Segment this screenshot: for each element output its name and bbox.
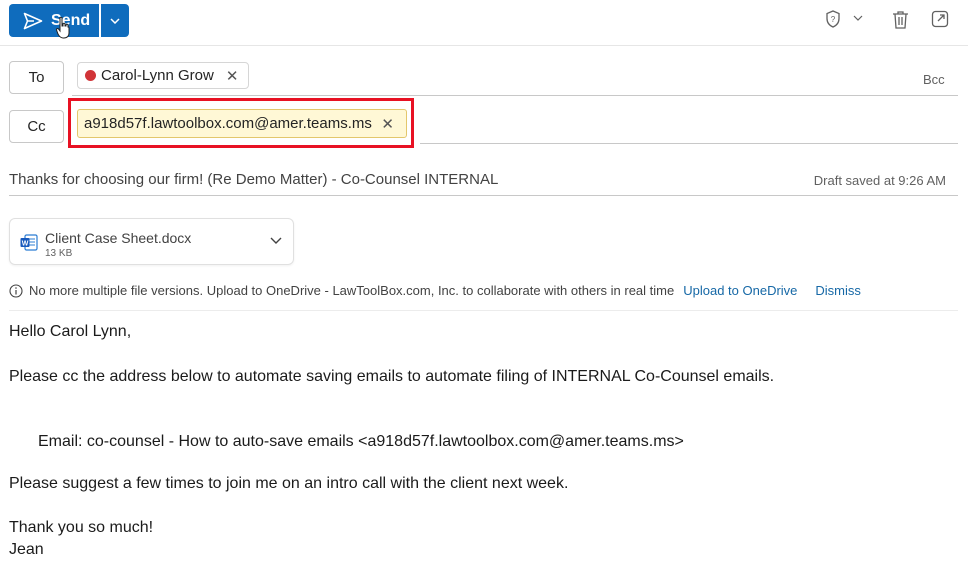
notice-text: No more multiple file versions. Upload t… bbox=[29, 283, 675, 298]
chevron-down-icon bbox=[110, 17, 120, 24]
word-document-icon: W bbox=[20, 234, 38, 251]
to-recipient-chip[interactable]: Carol-Lynn Grow ✕ bbox=[77, 62, 250, 89]
subject-underline bbox=[9, 195, 958, 196]
draft-status: Draft saved at 9:26 AM bbox=[813, 173, 946, 188]
presence-status-icon bbox=[85, 70, 96, 81]
body-paragraph-2: Please suggest a few times to join me on… bbox=[9, 475, 569, 492]
attachment-options-chevron-down-icon[interactable] bbox=[270, 237, 282, 244]
to-recipient-name: Carol-Lynn Grow bbox=[101, 67, 214, 84]
notice-divider bbox=[9, 310, 958, 311]
onedrive-notice-bar: No more multiple file versions. Upload t… bbox=[9, 283, 861, 298]
popout-icon[interactable] bbox=[931, 10, 949, 28]
body-greeting: Hello Carol Lynn, bbox=[9, 323, 132, 340]
sensitivity-shield-icon[interactable]: ? bbox=[825, 10, 841, 28]
attachment-card[interactable]: W Client Case Sheet.docx 13 KB bbox=[9, 218, 294, 265]
cc-label: Cc bbox=[27, 118, 46, 135]
send-button[interactable]: Send bbox=[9, 4, 99, 37]
annotation-highlight-box bbox=[68, 98, 414, 148]
body-paragraph-1: Please cc the address below to automate … bbox=[9, 368, 775, 385]
send-icon bbox=[23, 12, 43, 29]
body-closing: Thank you so much! bbox=[9, 519, 154, 536]
svg-text:?: ? bbox=[831, 15, 836, 24]
dismiss-link[interactable]: Dismiss bbox=[815, 283, 861, 298]
mouse-pointer-icon bbox=[56, 17, 70, 39]
delete-icon[interactable] bbox=[892, 10, 909, 29]
body-signature: Jean bbox=[9, 541, 44, 558]
attachment-size: 13 KB bbox=[45, 248, 73, 259]
subject-field[interactable]: Thanks for choosing our firm! (Re Demo M… bbox=[9, 171, 498, 188]
bcc-button[interactable]: Bcc bbox=[923, 72, 945, 87]
sensitivity-chevron-down-icon[interactable] bbox=[853, 15, 863, 21]
remove-to-recipient-icon[interactable]: ✕ bbox=[226, 67, 239, 85]
upload-to-onedrive-link[interactable]: Upload to OneDrive bbox=[683, 283, 797, 298]
to-label: To bbox=[28, 69, 45, 86]
compose-toolbar: Send ? bbox=[0, 0, 968, 46]
cc-button[interactable]: Cc bbox=[9, 110, 64, 143]
info-icon bbox=[9, 283, 23, 298]
cc-field-underline bbox=[420, 143, 958, 144]
to-button[interactable]: To bbox=[9, 61, 64, 94]
attachment-name: Client Case Sheet.docx bbox=[45, 230, 192, 246]
to-field-underline bbox=[72, 95, 958, 96]
send-options-button[interactable] bbox=[101, 4, 129, 37]
body-email-line: Email: co-counsel - How to auto-save ema… bbox=[38, 433, 684, 450]
svg-text:W: W bbox=[22, 241, 29, 248]
